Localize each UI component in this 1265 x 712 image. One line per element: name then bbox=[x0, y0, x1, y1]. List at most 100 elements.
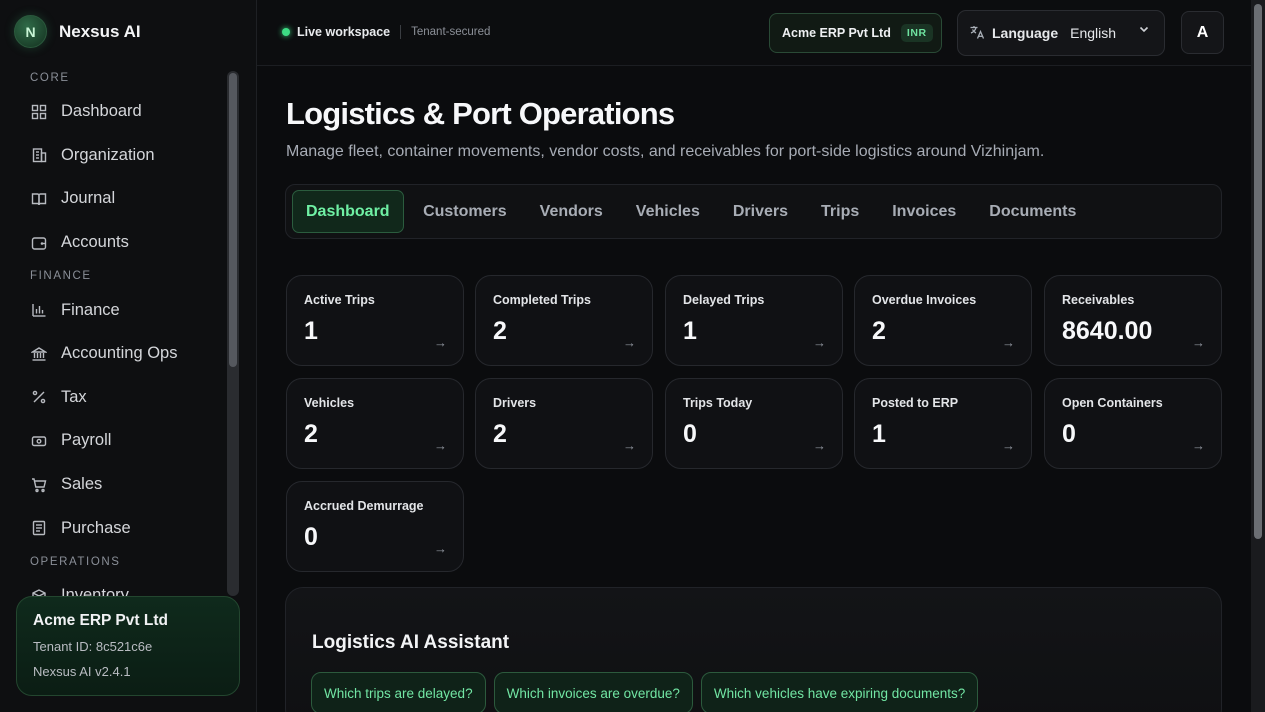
topbar: Live workspace Tenant-secured Acme ERP P… bbox=[257, 0, 1251, 66]
kpi-card-vehicles[interactable]: Vehicles 2 → bbox=[286, 378, 464, 469]
sidebar-item-label: Payroll bbox=[61, 431, 112, 450]
sidebar-item-accounts[interactable]: Accounts bbox=[0, 221, 240, 265]
sidebar-item-journal[interactable]: Journal bbox=[0, 177, 240, 221]
sidebar-item-inventory[interactable]: Inventory bbox=[0, 574, 240, 596]
kpi-card-posted-to-erp[interactable]: Posted to ERP 1 → bbox=[854, 378, 1032, 469]
module-tabs: Dashboard Customers Vendors Vehicles Dri… bbox=[285, 184, 1222, 239]
arrow-right-icon: → bbox=[813, 335, 826, 350]
sidebar-scrollbar-thumb[interactable] bbox=[229, 73, 237, 367]
grid-icon bbox=[30, 103, 47, 120]
page-scrollbar-thumb[interactable] bbox=[1254, 4, 1262, 539]
arrow-right-icon: → bbox=[1002, 335, 1015, 350]
sidebar-item-label: Dashboard bbox=[61, 102, 142, 121]
tab-documents[interactable]: Documents bbox=[973, 190, 1093, 233]
tab-vendors[interactable]: Vendors bbox=[523, 190, 619, 233]
page-subtitle: Manage fleet, container movements, vendo… bbox=[286, 143, 1045, 160]
kpi-card-accrued-demurrage[interactable]: Accrued Demurrage 0 → bbox=[286, 481, 464, 572]
kpi-card-delayed-trips[interactable]: Delayed Trips 1 → bbox=[665, 275, 843, 366]
kpi-label: Delayed Trips bbox=[683, 293, 765, 307]
sidebar-item-accounting-ops[interactable]: Accounting Ops bbox=[0, 332, 240, 376]
translate-icon bbox=[969, 24, 985, 43]
ai-assistant-title: Logistics AI Assistant bbox=[312, 632, 510, 653]
kpi-value: 2 bbox=[872, 317, 886, 345]
sidebar-item-purchase[interactable]: Purchase bbox=[0, 506, 240, 550]
tab-customers[interactable]: Customers bbox=[407, 190, 524, 233]
kpi-card-completed-trips[interactable]: Completed Trips 2 → bbox=[475, 275, 653, 366]
sidebar: N Nexsus AI CORE Dashboard Organization … bbox=[0, 0, 257, 712]
percent-icon bbox=[30, 389, 47, 406]
kpi-value: 2 bbox=[304, 420, 318, 448]
language-label: Language bbox=[992, 25, 1059, 41]
kpi-label: Accrued Demurrage bbox=[304, 499, 424, 513]
kpi-label: Drivers bbox=[493, 396, 537, 410]
kpi-label: Active Trips bbox=[304, 293, 375, 307]
arrow-right-icon: → bbox=[1192, 335, 1205, 350]
suggested-prompts: Which trips are delayed? Which invoices … bbox=[311, 672, 979, 712]
tenant-id: Tenant ID: 8c521c6e bbox=[33, 639, 153, 654]
tab-trips[interactable]: Trips bbox=[805, 190, 876, 233]
sidebar-item-label: Journal bbox=[61, 189, 116, 208]
arrow-right-icon: → bbox=[1192, 438, 1205, 453]
sidebar-item-sales[interactable]: Sales bbox=[0, 463, 240, 507]
nav-section-operations: OPERATIONS bbox=[30, 555, 121, 568]
organization-name: Acme ERP Pvt Ltd bbox=[782, 26, 891, 40]
live-status-dot bbox=[282, 28, 290, 36]
kpi-value: 1 bbox=[683, 317, 697, 345]
sidebar-item-dashboard[interactable]: Dashboard bbox=[0, 90, 240, 134]
sidebar-item-label: Sales bbox=[61, 475, 103, 494]
live-workspace-indicator: Live workspace Tenant-secured bbox=[282, 25, 490, 39]
arrow-right-icon: → bbox=[434, 335, 447, 350]
prompt-chip-delayed-trips[interactable]: Which trips are delayed? bbox=[311, 672, 486, 712]
banknote-icon bbox=[30, 432, 47, 449]
tab-vehicles[interactable]: Vehicles bbox=[619, 190, 716, 233]
tab-invoices[interactable]: Invoices bbox=[876, 190, 973, 233]
kpi-label: Trips Today bbox=[683, 396, 753, 410]
tenant-secured-label: Tenant-secured bbox=[411, 26, 491, 38]
sidebar-item-label: Inventory bbox=[61, 586, 129, 596]
brand-name: Nexsus AI bbox=[59, 21, 141, 41]
kpi-card-overdue-invoices[interactable]: Overdue Invoices 2 → bbox=[854, 275, 1032, 366]
user-avatar[interactable]: A bbox=[1181, 11, 1224, 54]
sidebar-item-tax[interactable]: Tax bbox=[0, 376, 240, 420]
bar-chart-icon bbox=[30, 302, 47, 319]
sidebar-nav: CORE Dashboard Organization Journal Acco… bbox=[0, 66, 240, 596]
sidebar-item-label: Purchase bbox=[61, 518, 131, 537]
kpi-label: Completed Trips bbox=[493, 293, 591, 307]
kpi-label: Receivables bbox=[1062, 293, 1135, 307]
arrow-right-icon: → bbox=[623, 335, 636, 350]
tenant-card[interactable]: Acme ERP Pvt Ltd Tenant ID: 8c521c6e Nex… bbox=[16, 596, 240, 696]
organization-switcher[interactable]: Acme ERP Pvt Ltd INR bbox=[769, 13, 942, 53]
prompt-chip-overdue-invoices[interactable]: Which invoices are overdue? bbox=[493, 672, 693, 712]
ai-assistant-panel: Logistics AI Assistant Which trips are d… bbox=[285, 587, 1222, 712]
kpi-label: Posted to ERP bbox=[872, 396, 959, 410]
sidebar-item-payroll[interactable]: Payroll bbox=[0, 419, 240, 463]
kpi-value: 1 bbox=[304, 317, 318, 345]
language-select[interactable]: Language English bbox=[957, 10, 1165, 56]
sidebar-item-organization[interactable]: Organization bbox=[0, 134, 240, 178]
arrow-right-icon: → bbox=[434, 438, 447, 453]
currency-badge: INR bbox=[900, 24, 933, 42]
kpi-card-trips-today[interactable]: Trips Today 0 → bbox=[665, 378, 843, 469]
prompt-chip-expiring-documents[interactable]: Which vehicles have expiring documents? bbox=[700, 672, 979, 712]
kpi-label: Overdue Invoices bbox=[872, 293, 977, 307]
brand-logo: N bbox=[14, 15, 47, 48]
tab-drivers[interactable]: Drivers bbox=[716, 190, 804, 233]
kpi-value: 2 bbox=[493, 420, 507, 448]
cart-icon bbox=[30, 476, 47, 493]
kpi-card-drivers[interactable]: Drivers 2 → bbox=[475, 378, 653, 469]
sidebar-item-label: Organization bbox=[61, 145, 155, 164]
page-title: Logistics & Port Operations bbox=[286, 96, 675, 131]
kpi-card-open-containers[interactable]: Open Containers 0 → bbox=[1044, 378, 1222, 469]
kpi-value: 2 bbox=[493, 317, 507, 345]
tab-dashboard[interactable]: Dashboard bbox=[292, 190, 404, 233]
sidebar-item-finance[interactable]: Finance bbox=[0, 288, 240, 332]
kpi-label: Open Containers bbox=[1062, 396, 1163, 410]
nav-section-core: CORE bbox=[30, 72, 70, 84]
kpi-value: 8640.00 bbox=[1062, 317, 1153, 345]
arrow-right-icon: → bbox=[434, 541, 447, 556]
brand[interactable]: N Nexsus AI bbox=[14, 15, 141, 48]
arrow-right-icon: → bbox=[623, 438, 636, 453]
kpi-card-active-trips[interactable]: Active Trips 1 → bbox=[286, 275, 464, 366]
kpi-card-receivables[interactable]: Receivables 8640.00 → bbox=[1044, 275, 1222, 366]
box-icon bbox=[30, 587, 47, 596]
